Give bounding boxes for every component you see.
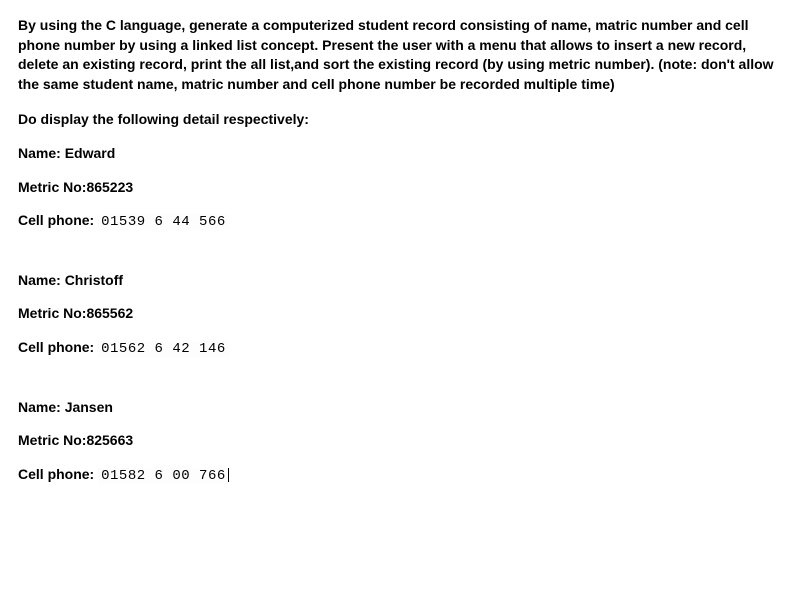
metric-value: 865562: [86, 305, 133, 321]
name-label: Name:: [18, 272, 65, 288]
cell-label: Cell phone:: [18, 339, 98, 355]
cell-label: Cell phone:: [18, 212, 98, 228]
metric-label: Metric No:: [18, 432, 86, 448]
text-cursor: [228, 468, 229, 482]
cell-value: 01582 6 00 766: [98, 468, 229, 484]
metric-line: Metric No:825663: [18, 431, 782, 451]
student-record: Name: Edward Metric No:865223 Cell phone…: [18, 144, 782, 233]
assignment-instructions: By using the C language, generate a comp…: [18, 16, 782, 94]
metric-value: 865223: [86, 179, 133, 195]
metric-value: 825663: [86, 432, 133, 448]
cell-line: Cell phone: 01582 6 00 766: [18, 465, 782, 487]
cell-label: Cell phone:: [18, 466, 98, 482]
student-record: Name: Christoff Metric No:865562 Cell ph…: [18, 271, 782, 360]
name-label: Name:: [18, 399, 65, 415]
metric-line: Metric No:865223: [18, 178, 782, 198]
name-line: Name: Jansen: [18, 398, 782, 418]
name-line: Name: Edward: [18, 144, 782, 164]
name-value: Christoff: [65, 272, 123, 288]
student-record: Name: Jansen Metric No:825663 Cell phone…: [18, 398, 782, 487]
metric-label: Metric No:: [18, 305, 86, 321]
name-value: Edward: [65, 145, 116, 161]
cell-line: Cell phone: 01539 6 44 566: [18, 211, 782, 233]
cell-value: 01562 6 42 146: [98, 341, 229, 357]
display-subheading: Do display the following detail respecti…: [18, 110, 782, 130]
name-label: Name:: [18, 145, 65, 161]
metric-line: Metric No:865562: [18, 304, 782, 324]
cell-value: 01539 6 44 566: [98, 214, 229, 230]
name-value: Jansen: [65, 399, 113, 415]
cell-line: Cell phone: 01562 6 42 146: [18, 338, 782, 360]
metric-label: Metric No:: [18, 179, 86, 195]
name-line: Name: Christoff: [18, 271, 782, 291]
